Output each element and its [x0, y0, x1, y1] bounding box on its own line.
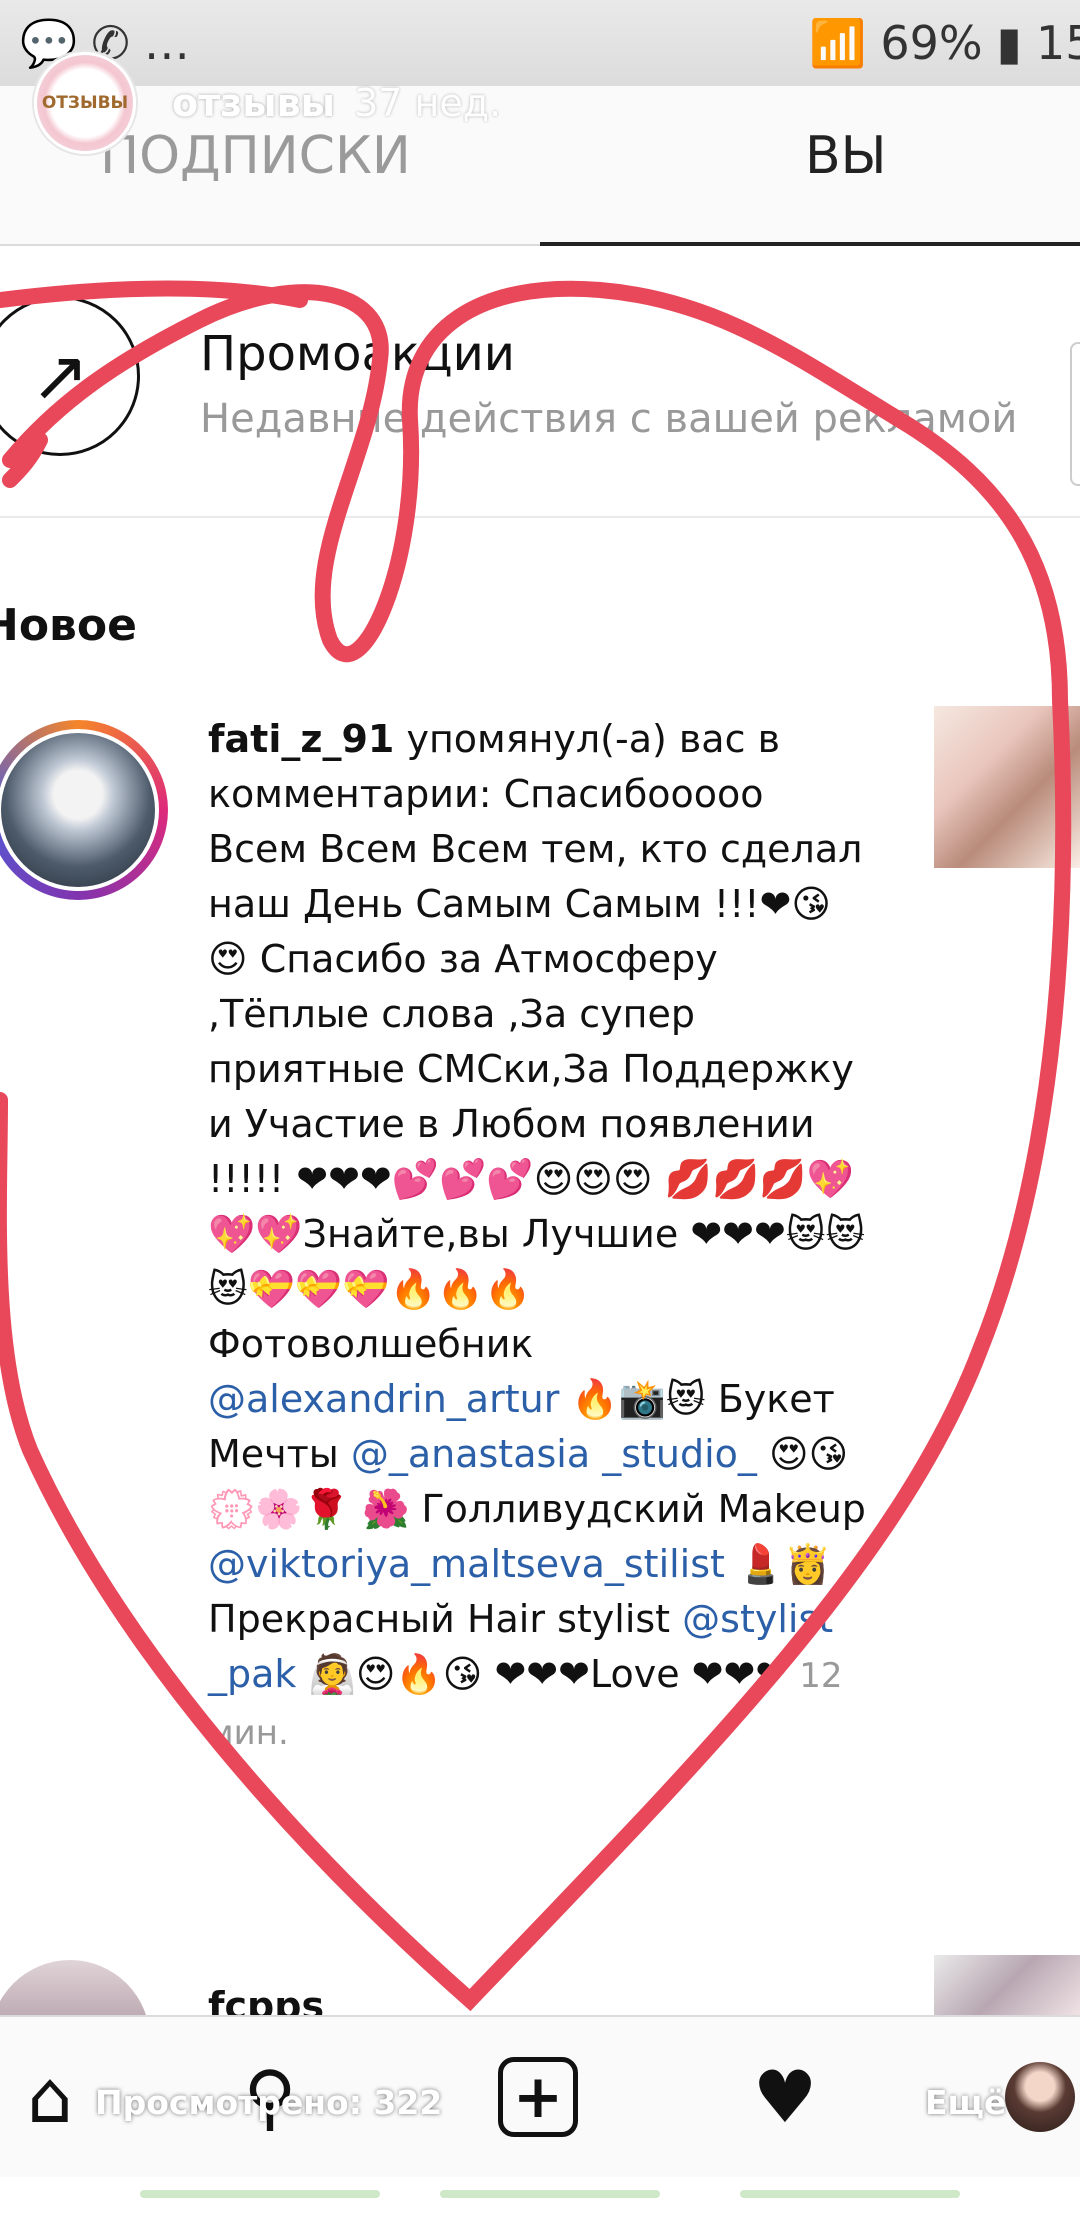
- notification-username[interactable]: fati_z_91: [208, 717, 394, 761]
- story-title: отзывы: [172, 81, 335, 125]
- promotions-subtitle: Недавние действия с вашей рекламой: [200, 396, 1018, 442]
- post-thumbnail[interactable]: [934, 706, 1080, 868]
- mention-link[interactable]: @_anastasia _studio_: [351, 1432, 757, 1476]
- promotions-row[interactable]: ↗ Промоакции Недавние действия с вашей р…: [0, 246, 1080, 518]
- mention-link[interactable]: @alexandrin_artur: [208, 1377, 559, 1421]
- wifi-icon: 📶: [809, 15, 867, 70]
- mention-link[interactable]: @viktoriya_maltseva_stilist: [208, 1542, 725, 1586]
- comment-part-1: Спасибооооо Всем Всем Всем тем, кто сдел…: [208, 772, 866, 1366]
- notification-text[interactable]: fati_z_91 упомянул(-а) вас в комментарии…: [208, 712, 868, 1761]
- clock: 15:: [1035, 16, 1080, 70]
- section-new: Новое: [0, 600, 137, 651]
- comment-part-5: 👰😍🔥😘 ❤❤❤Love ❤❤❤: [296, 1652, 800, 1696]
- scroll-indicator: [1070, 342, 1080, 486]
- promotions-icon: ↗: [0, 296, 140, 456]
- post-thumbnail[interactable]: [934, 1955, 1080, 2015]
- more-button[interactable]: Ещё: [925, 2083, 1006, 2122]
- heart-icon[interactable]: ♥: [735, 2047, 835, 2147]
- story-avatar-text: ОТЗЫВЫ: [41, 93, 129, 113]
- viewers-count[interactable]: Просмотрено: 322: [95, 2083, 442, 2122]
- story-avatar[interactable]: ОТЗЫВЫ: [34, 52, 136, 154]
- notification-avatar[interactable]: [0, 720, 168, 900]
- story-header: ОТЗЫВЫ отзывы 37 нед.: [34, 52, 501, 154]
- tab-you[interactable]: ВЫ: [805, 126, 887, 186]
- story-progress-bar: [740, 2190, 960, 2198]
- story-progress-bar: [140, 2190, 380, 2198]
- promotions-title: Промоакции: [200, 326, 515, 382]
- story-progress-bar: [440, 2190, 660, 2198]
- battery-icon: ▮: [996, 16, 1022, 70]
- status-right: 📶 69% ▮ 15:: [809, 16, 1080, 71]
- avatar: [1005, 2062, 1075, 2132]
- avatar-photo: [0, 729, 159, 891]
- story-age: 37 нед.: [354, 81, 502, 125]
- plus-icon: +: [498, 2057, 578, 2137]
- add-post-button[interactable]: +: [488, 2047, 588, 2147]
- battery-level: 69%: [880, 16, 983, 70]
- home-icon[interactable]: ⌂: [0, 2047, 100, 2147]
